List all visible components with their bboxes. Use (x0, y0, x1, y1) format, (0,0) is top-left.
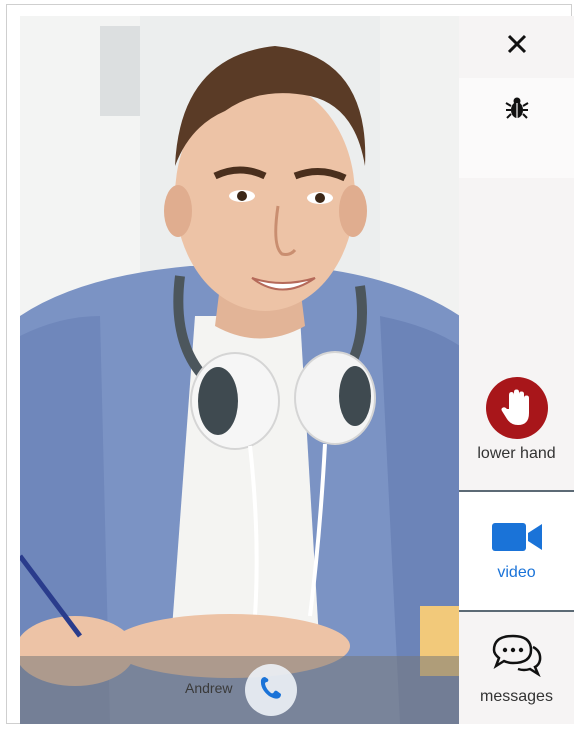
video-camera-icon (491, 521, 543, 558)
messages-button[interactable]: messages (459, 614, 574, 724)
remote-video-feed (20, 16, 460, 724)
hand-icon (485, 377, 548, 439)
lower-hand-label: lower hand (477, 445, 556, 462)
messages-label: messages (480, 687, 553, 705)
bug-icon (504, 96, 529, 125)
hang-up-call-button[interactable] (245, 664, 297, 716)
caller-bar: Andrew (20, 656, 460, 724)
close-icon (506, 33, 528, 60)
chat-bubbles-icon (491, 633, 543, 682)
video-toggle-button[interactable]: video (459, 490, 574, 612)
close-button[interactable] (459, 16, 574, 76)
call-sidebar: lower hand video messages (459, 16, 574, 724)
video-label: video (497, 563, 536, 581)
caller-name: Andrew (185, 680, 233, 696)
report-bug-button[interactable] (459, 78, 574, 178)
phone-icon (259, 675, 283, 706)
lower-hand-button[interactable]: lower hand (459, 352, 574, 488)
